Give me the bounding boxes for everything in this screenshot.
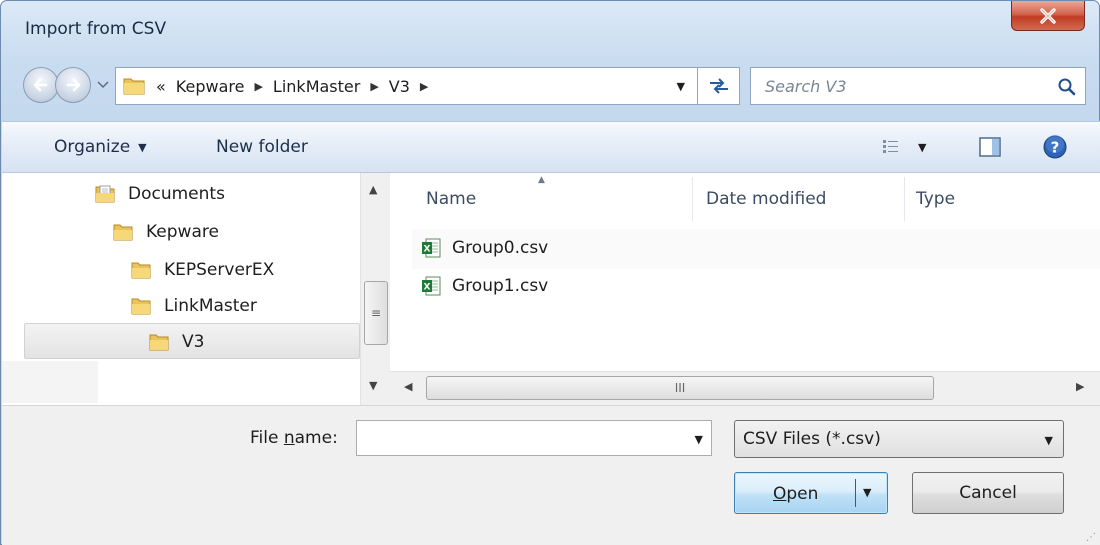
title-bar[interactable]: Import from CSV <box>1 1 1099 55</box>
column-divider[interactable] <box>904 177 905 221</box>
excel-csv-icon: X <box>422 276 441 296</box>
file-name-field[interactable]: ▼ <box>356 420 712 456</box>
tree-item-documents[interactable]: Documents <box>94 177 225 211</box>
preview-pane-icon <box>979 137 1001 157</box>
tree-item-kepware[interactable]: Kepware <box>112 215 219 249</box>
chevron-down-icon[interactable]: ▼ <box>695 433 703 446</box>
chevron-down-icon: ▼ <box>138 140 147 154</box>
file-item-group0[interactable]: X Group0.csv <box>420 231 548 265</box>
help-icon: ? <box>1043 135 1067 159</box>
organize-menu[interactable]: Organize ▼ <box>54 137 147 157</box>
documents-folder-icon <box>95 185 115 203</box>
vertical-scroll-thumb[interactable]: ≡ <box>364 281 388 345</box>
navigation-pane[interactable]: Documents Kepware KEPServerEX LinkMaster… <box>2 173 360 405</box>
svg-text:X: X <box>424 283 431 293</box>
recent-locations-dropdown[interactable] <box>95 75 111 95</box>
search-icon[interactable] <box>1057 77 1077 97</box>
window-title: Import from CSV <box>25 19 167 39</box>
folder-icon <box>113 224 133 241</box>
svg-text:?: ? <box>1051 139 1060 157</box>
back-button[interactable] <box>23 67 59 103</box>
breadcrumb-separator-icon[interactable]: ▶ <box>370 80 378 93</box>
folder-icon <box>131 262 151 279</box>
breadcrumb-separator-icon[interactable]: ▶ <box>254 80 262 93</box>
address-bar[interactable]: « Kepware ▶ LinkMaster ▶ V3 ▶ ▼ <box>115 67 740 105</box>
forward-button[interactable] <box>55 67 91 103</box>
file-item-group1[interactable]: X Group1.csv <box>420 269 548 303</box>
help-button[interactable]: ? <box>1042 134 1068 165</box>
resize-grip-icon[interactable]: ⋰ <box>1086 533 1096 543</box>
column-header-type[interactable]: Type <box>916 173 955 225</box>
column-header-date-modified[interactable]: Date modified <box>706 173 826 225</box>
open-button[interactable]: Open ▼ <box>734 472 888 514</box>
folder-icon <box>149 334 169 351</box>
excel-csv-icon: X <box>422 238 441 258</box>
scroll-right-icon[interactable]: ▶ <box>1076 380 1084 393</box>
back-arrow-icon <box>33 78 48 92</box>
column-divider[interactable] <box>692 177 693 221</box>
scroll-left-icon[interactable]: ◀ <box>404 380 412 393</box>
search-box[interactable]: Search V3 <box>750 67 1086 105</box>
forward-arrow-icon <box>66 78 81 92</box>
preview-pane-button[interactable] <box>978 136 1002 163</box>
close-icon <box>1040 7 1056 24</box>
breadcrumb-kepware[interactable]: Kepware ▶ <box>176 77 273 96</box>
chevron-down-icon[interactable]: ▼ <box>1045 434 1053 447</box>
navigation-pane-blank <box>2 361 98 403</box>
dialog-footer: File name: ▼ CSV Files (*.csv) ▼ Open ▼ … <box>2 405 1100 545</box>
svg-text:X: X <box>424 245 431 255</box>
new-folder-button[interactable]: New folder <box>216 137 308 157</box>
chevron-down-icon: ▼ <box>918 140 927 154</box>
column-header-name[interactable]: Name <box>426 173 476 225</box>
search-input[interactable]: Search V3 <box>765 77 847 96</box>
navigation-bar: « Kepware ▶ LinkMaster ▶ V3 ▶ ▼ Search V… <box>15 65 1091 109</box>
command-bar: Organize ▼ New folder ▼ ? <box>2 121 1100 173</box>
file-list-pane[interactable]: Name ▲ Date modified Type X Group0.csv X… <box>390 173 1100 405</box>
refresh-button[interactable] <box>697 68 739 104</box>
tree-item-v3[interactable]: V3 <box>148 325 204 359</box>
cancel-button[interactable]: Cancel <box>912 472 1064 514</box>
dialog-window: Import from CSV « Kepware ▶ LinkMaster ▶… <box>0 0 1100 545</box>
folder-icon <box>123 78 145 95</box>
refresh-icon <box>709 78 728 94</box>
open-button-label: Open <box>773 484 819 504</box>
details-view-icon <box>883 140 898 153</box>
address-history-dropdown-icon[interactable]: ▼ <box>677 80 685 93</box>
chevron-down-icon <box>97 81 109 89</box>
change-view-button[interactable]: ▼ <box>882 138 926 156</box>
tree-item-linkmaster[interactable]: LinkMaster <box>130 289 257 323</box>
breadcrumb-separator-icon[interactable]: ▶ <box>420 80 428 93</box>
tree-item-kepserverex[interactable]: KEPServerEX <box>130 253 274 287</box>
scroll-down-icon[interactable]: ▼ <box>369 379 377 392</box>
close-button[interactable] <box>1011 1 1085 31</box>
file-list-horizontal-scrollbar[interactable]: ◀ III ▶ <box>390 371 1100 405</box>
open-options-dropdown-icon[interactable]: ▼ <box>863 486 871 499</box>
scroll-up-icon[interactable]: ▲ <box>369 183 377 196</box>
file-type-select[interactable]: CSV Files (*.csv) ▼ <box>734 420 1064 458</box>
address-overflow[interactable]: « <box>156 77 166 96</box>
browser-content: Documents Kepware KEPServerEX LinkMaster… <box>2 173 1100 405</box>
folder-icon <box>131 298 151 315</box>
horizontal-scroll-thumb[interactable]: III <box>426 376 934 400</box>
breadcrumb-linkmaster[interactable]: LinkMaster ▶ <box>273 77 389 96</box>
navigation-pane-vertical-scrollbar[interactable]: ▲ ≡ ▼ <box>360 173 390 405</box>
file-name-label: File name: <box>250 428 338 448</box>
navigation-pane-blank <box>98 361 360 403</box>
breadcrumb-v3[interactable]: V3 ▶ <box>389 77 439 96</box>
sort-ascending-icon: ▲ <box>538 175 545 185</box>
split-divider <box>855 479 856 507</box>
